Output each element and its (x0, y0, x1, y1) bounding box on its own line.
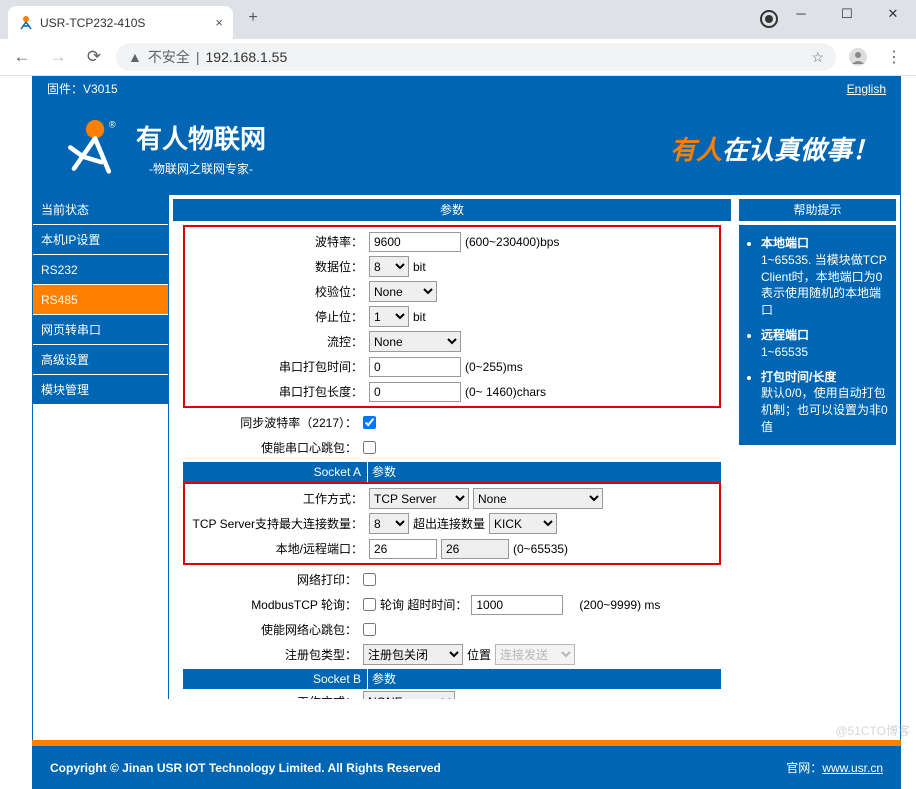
remoteport-input[interactable] (441, 539, 509, 559)
maxconn-select[interactable]: 8 (369, 513, 409, 534)
sidebar-item-status[interactable]: 当前状态 (33, 195, 168, 225)
regtype-label: 注册包类型： (183, 646, 363, 663)
site-link[interactable]: www.usr.cn (822, 761, 883, 775)
form-panel: 参数 波特率：(600~230400)bps 数据位：8bit 校验位：None… (169, 195, 735, 699)
help-item: 打包时间/长度默认0/0，使用自动打包机制；也可以设置为非0值 (761, 369, 888, 436)
favicon-icon (18, 15, 34, 31)
firmware-bar: 固件：V3015 English (33, 76, 900, 101)
sidebar-item-web2serial[interactable]: 网页转串口 (33, 315, 168, 345)
socket-a-header: Socket A参数 (183, 462, 721, 482)
tab-close-icon[interactable]: × (215, 15, 223, 30)
socket-b-header: Socket B参数 (183, 669, 721, 689)
databits-select[interactable]: 8 (369, 256, 409, 277)
serialhb-label: 使能串口心跳包： (183, 439, 363, 456)
new-tab-button[interactable]: + (239, 9, 267, 27)
main-area: 当前状态 本机IP设置 RS232 RS485 网页转串口 高级设置 模块管理 … (33, 195, 900, 699)
sockb-mode-label: 工作方式： (183, 693, 363, 699)
params-title: 参数 (173, 199, 731, 221)
socka-mode-label: 工作方式： (189, 490, 369, 507)
socket-a-group: 工作方式：TCP ServerNone TCP Server支持最大连接数量：8… (183, 482, 721, 565)
help-title: 帮助提示 (739, 199, 896, 221)
socka-mode-select[interactable]: TCP Server (369, 488, 469, 509)
maxconn-label: TCP Server支持最大连接数量： (189, 515, 369, 532)
socka-mode2-select[interactable]: None (473, 488, 603, 509)
packlen-input[interactable] (369, 382, 461, 402)
url-field[interactable]: ▲ 不安全 | 192.168.1.55 ☆ (116, 43, 836, 71)
modbus-label: ModbusTCP 轮询： (183, 596, 363, 613)
brand-name: 有人物联网 (136, 119, 266, 156)
help-body: 本地端口1~65535. 当模块做TCP Client时，本地端口为0表示使用随… (739, 225, 896, 445)
syncbaud-label: 同步波特率（2217）： (183, 414, 363, 431)
netprint-checkbox[interactable] (363, 573, 376, 586)
flow-label: 流控： (189, 333, 369, 350)
syncbaud-checkbox[interactable] (363, 416, 376, 429)
parity-label: 校验位： (189, 283, 369, 300)
app-frame: 固件：V3015 English ® 有人物联网 -物联网之联网专家- 有人在认… (32, 76, 901, 789)
logo-icon: ® (63, 118, 118, 178)
firmware-version: V3015 (83, 82, 118, 96)
sidebar-item-advanced[interactable]: 高级设置 (33, 345, 168, 375)
packtime-label: 串口打包时间： (189, 358, 369, 375)
reload-button[interactable]: ⟳ (80, 43, 108, 71)
sidebar-item-rs232[interactable]: RS232 (33, 255, 168, 285)
window-controls: ─ ☐ ✕ (778, 0, 916, 30)
insecure-icon: ▲ (128, 49, 142, 65)
stopbits-select[interactable]: 1 (369, 306, 409, 327)
help-panel: 帮助提示 本地端口1~65535. 当模块做TCP Client时，本地端口为0… (735, 195, 900, 699)
baud-label: 波特率： (189, 233, 369, 250)
databits-label: 数据位： (189, 258, 369, 275)
url-text: 192.168.1.55 (206, 49, 288, 65)
forward-button[interactable]: → (44, 43, 72, 71)
language-link[interactable]: English (847, 82, 886, 96)
tab-title: USR-TCP232-410S (40, 16, 209, 30)
firmware-label: 固件： (47, 82, 83, 96)
sidebar-item-ip[interactable]: 本机IP设置 (33, 225, 168, 255)
help-item: 本地端口1~65535. 当模块做TCP Client时，本地端口为0表示使用随… (761, 235, 888, 319)
packlen-label: 串口打包长度： (189, 383, 369, 400)
polltimeout-input[interactable] (471, 595, 563, 615)
address-bar: ← → ⟳ ▲ 不安全 | 192.168.1.55 ☆ ⋮ (0, 39, 916, 76)
copyright-bar: Copyright © Jinan USR IOT Technology Lim… (32, 746, 901, 789)
nethb-label: 使能网络心跳包： (183, 621, 363, 638)
brand-sub: -物联网之联网专家- (136, 160, 266, 177)
slogan: 有人在认真做事！ (670, 130, 878, 167)
recording-icon (760, 10, 778, 28)
baud-input[interactable] (369, 232, 461, 252)
minimize-button[interactable]: ─ (778, 0, 824, 30)
sidebar-item-module[interactable]: 模块管理 (33, 375, 168, 405)
browser-tab[interactable]: USR-TCP232-410S × (8, 6, 233, 39)
sidebar-item-rs485[interactable]: RS485 (33, 285, 168, 315)
close-button[interactable]: ✕ (870, 0, 916, 30)
serial-group: 波特率：(600~230400)bps 数据位：8bit 校验位：None 停止… (183, 225, 721, 408)
baud-range: (600~230400)bps (465, 235, 559, 249)
modbus-checkbox[interactable] (363, 598, 376, 611)
svg-text:®: ® (109, 119, 116, 129)
watermark: @51CTO博客 (835, 722, 910, 739)
back-button[interactable]: ← (8, 43, 36, 71)
regtype-select[interactable]: 注册包关闭 (363, 644, 463, 665)
profile-icon[interactable] (844, 43, 872, 71)
browser-tabstrip: USR-TCP232-410S × + ─ ☐ ✕ (0, 0, 916, 39)
port-label: 本地/远程端口： (189, 540, 369, 557)
menu-icon[interactable]: ⋮ (880, 43, 908, 71)
overflow-select[interactable]: KICK (489, 513, 557, 534)
header-banner: ® 有人物联网 -物联网之联网专家- 有人在认真做事！ (33, 101, 900, 195)
packtime-input[interactable] (369, 357, 461, 377)
page: 固件：V3015 English ® 有人物联网 -物联网之联网专家- 有人在认… (0, 76, 916, 789)
netprint-label: 网络打印： (183, 571, 363, 588)
nethb-checkbox[interactable] (363, 623, 376, 636)
help-item: 远程端口1~65535 (761, 327, 888, 361)
sidebar: 当前状态 本机IP设置 RS232 RS485 网页转串口 高级设置 模块管理 (33, 195, 169, 699)
bookmark-icon[interactable]: ☆ (811, 49, 824, 66)
parity-select[interactable]: None (369, 281, 437, 302)
security-text: 不安全 (148, 47, 190, 67)
regpos-select: 连接发送 (495, 644, 575, 665)
serialhb-checkbox[interactable] (363, 441, 376, 454)
sockb-mode-select[interactable]: NONE (363, 691, 455, 699)
flow-select[interactable]: None (369, 331, 461, 352)
stopbits-label: 停止位： (189, 308, 369, 325)
copyright-text: Copyright © Jinan USR IOT Technology Lim… (50, 761, 441, 775)
maximize-button[interactable]: ☐ (824, 0, 870, 30)
localport-input[interactable] (369, 539, 437, 559)
